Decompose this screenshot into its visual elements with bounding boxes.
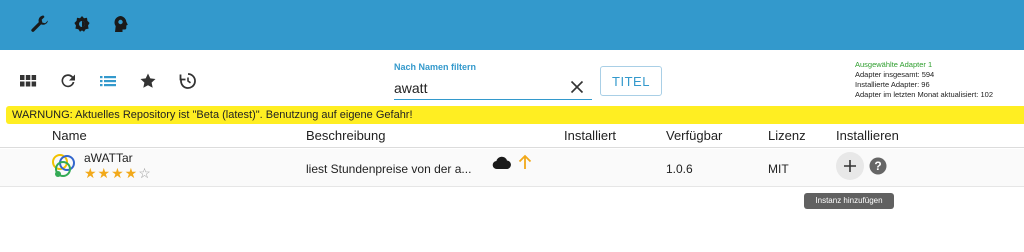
filter-label: Nach Namen filtern	[394, 62, 477, 72]
clear-filter-icon[interactable]	[569, 79, 585, 95]
add-instance-button[interactable]	[836, 152, 864, 180]
column-header-installed: Installiert	[564, 128, 617, 143]
beta-repository-warning: WARNUNG: Aktuelles Repository ist "Beta …	[6, 106, 1024, 124]
adapter-stats: Ausgewählte Adapter 1 Adapter insgesamt:…	[855, 60, 993, 100]
help-icon[interactable]: ?	[869, 157, 887, 175]
adapter-rating: ★★★★☆	[84, 165, 152, 182]
available-version: 1.0.6	[666, 162, 693, 176]
total-adapters-count: Adapter insgesamt: 594	[855, 70, 935, 79]
column-header-license: Lizenz	[768, 128, 806, 143]
update-history-icon[interactable]	[179, 72, 197, 90]
settings-gear-icon[interactable]	[72, 14, 92, 34]
refresh-icon[interactable]	[59, 72, 77, 90]
wrench-icon[interactable]	[30, 14, 50, 34]
awattar-logo	[50, 152, 78, 180]
rating-stars-empty: ☆	[138, 165, 152, 181]
selected-adapters-count: Ausgewählte Adapter 1	[855, 60, 933, 69]
column-header-install: Installieren	[836, 128, 899, 143]
star-icon[interactable]	[139, 72, 157, 90]
adapter-name: aWATTar	[84, 151, 133, 165]
upgrade-arrow-icon[interactable]	[518, 154, 532, 170]
top-app-bar	[0, 0, 1024, 50]
user-head-icon[interactable]	[111, 14, 131, 34]
name-filter-input[interactable]	[394, 76, 592, 100]
adapter-description: liest Stundenpreise von der a...	[306, 162, 472, 176]
column-header-name: Name	[52, 128, 87, 143]
svg-text:?: ?	[874, 159, 881, 173]
grid-view-icon[interactable]	[19, 72, 37, 90]
table-header: Name Beschreibung Installiert Verfügbar …	[0, 124, 1024, 148]
updated-adapters-count: Adapter im letzten Monat aktualisiert: 1…	[855, 90, 993, 99]
add-instance-tooltip: Instanz hinzufügen	[804, 193, 894, 209]
cloud-icon	[492, 156, 512, 170]
title-filter-button[interactable]: TITEL	[600, 66, 662, 96]
column-header-available: Verfügbar	[666, 128, 723, 143]
license-type: MIT	[768, 162, 789, 176]
installed-adapters-count: Installierte Adapter: 96	[855, 80, 930, 89]
column-header-description: Beschreibung	[306, 128, 386, 143]
list-view-icon[interactable]	[99, 72, 117, 90]
rating-stars-filled: ★★★★	[84, 165, 139, 181]
